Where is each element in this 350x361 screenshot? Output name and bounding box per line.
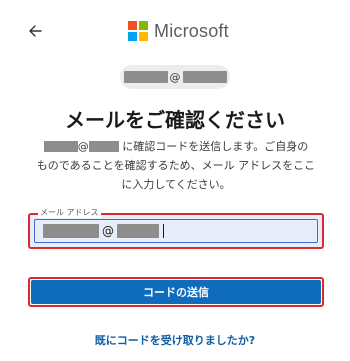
already-received-code-link[interactable]: 既にコードを受け取りましたか? — [0, 332, 350, 348]
description-line-1: に確認コードを送信します。ご自身の — [118, 140, 309, 153]
email-at-sign: @ — [102, 224, 114, 238]
redacted-username — [123, 71, 168, 83]
send-code-label: コードの送信 — [143, 286, 209, 299]
microsoft-logo-icon — [128, 21, 148, 41]
email-field-label: メール アドレス — [38, 208, 101, 218]
email-field[interactable]: メール アドレス @ — [28, 208, 324, 249]
description-line-3: に入力してください。 — [121, 178, 231, 191]
text-caret — [163, 224, 164, 238]
identity-badge: @ — [120, 65, 230, 89]
description-at-sign: @ — [77, 140, 89, 153]
logo-text: Microsoft — [154, 20, 229, 41]
identity-at-sign: @ — [169, 70, 181, 84]
arrow-left-icon — [29, 25, 42, 37]
redacted-domain — [117, 224, 159, 238]
back-button[interactable] — [26, 20, 48, 42]
redacted-username — [43, 141, 78, 152]
redacted-domain — [182, 71, 227, 83]
email-input[interactable]: @ — [34, 219, 318, 243]
description-text: @ に確認コードを送信します。ご自身の ものであることを確認するため、メール ア… — [30, 137, 322, 194]
description-line-2: ものであることを確認するため、メール アドレスをここ — [36, 159, 316, 172]
send-code-button[interactable]: コードの送信 — [28, 277, 324, 307]
microsoft-logo: Microsoft — [128, 20, 229, 42]
page-title: メールをご確認ください — [65, 108, 285, 132]
redacted-domain — [88, 141, 119, 152]
redacted-username — [43, 224, 99, 238]
